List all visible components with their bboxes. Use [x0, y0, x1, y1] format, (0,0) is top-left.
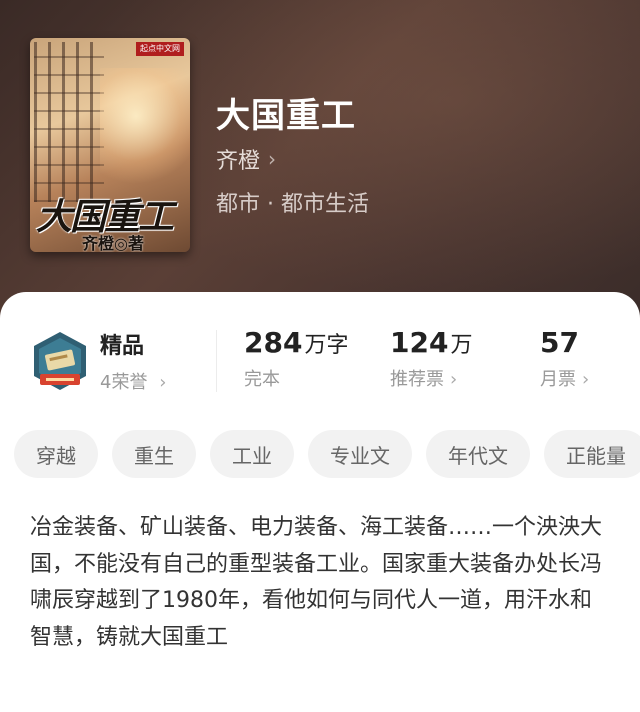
- detail-card: 精品 4荣誉 › 284万字 完本 124万 推荐票 › 57 月票 › 穿越 …: [0, 292, 640, 712]
- chevron-right-icon: ›: [159, 372, 167, 393]
- recommend-stat[interactable]: 124万 推荐票 ›: [390, 326, 472, 391]
- quality-label: 精品: [100, 334, 145, 359]
- honors-text: 4荣誉: [100, 372, 148, 393]
- book-cover[interactable]: 起点中文网 大国重工 齐橙◎著: [30, 38, 190, 252]
- cover-art-glow: [100, 68, 190, 188]
- tag-chip[interactable]: 正能量: [544, 430, 640, 478]
- tag-chip[interactable]: 专业文: [308, 430, 412, 478]
- author-link[interactable]: 齐橙 ›: [216, 143, 276, 175]
- cover-art-frame: [34, 42, 104, 202]
- cover-publisher-logo: 起点中文网: [136, 42, 184, 56]
- cover-author-text: 齐橙◎著: [82, 234, 144, 252]
- honors-link[interactable]: 4荣誉 ›: [100, 368, 166, 394]
- chevron-right-icon: ›: [582, 369, 590, 390]
- word-count-stat: 284万字 完本: [244, 326, 348, 391]
- stats-row: 精品 4荣誉 › 284万字 完本 124万 推荐票 › 57 月票 ›: [0, 322, 640, 402]
- tag-chip[interactable]: 重生: [112, 430, 196, 478]
- tag-chip[interactable]: 年代文: [426, 430, 530, 478]
- stats-divider: [216, 330, 217, 392]
- monthly-ticket-stat[interactable]: 57 月票 ›: [540, 326, 589, 391]
- word-count-value: 284: [244, 326, 303, 359]
- chevron-right-icon: ›: [268, 147, 277, 171]
- monthly-value: 57: [540, 326, 579, 359]
- tag-chip[interactable]: 穿越: [14, 430, 98, 478]
- recommend-value: 124: [390, 326, 449, 359]
- recommend-label: 推荐票: [390, 369, 444, 390]
- quality-badge-icon[interactable]: [30, 330, 90, 394]
- monthly-label: 月票: [540, 369, 576, 390]
- word-count-unit: 万字: [304, 333, 349, 358]
- book-description: 冶金装备、矿山装备、电力装备、海工装备……一个泱泱大国，不能没有自己的重型装备工…: [30, 515, 603, 650]
- quality-block[interactable]: 精品 4荣誉 ›: [100, 328, 166, 394]
- completion-status: 完本: [244, 369, 280, 390]
- tag-chip[interactable]: 工业: [210, 430, 294, 478]
- author-name: 齐橙: [216, 149, 261, 174]
- recommend-unit: 万: [450, 333, 473, 358]
- tag-list: 穿越 重生 工业 专业文 年代文 正能量: [14, 430, 640, 478]
- book-category: 都市 · 都市生活: [216, 192, 369, 217]
- book-title: 大国重工: [216, 96, 356, 136]
- chevron-right-icon: ›: [450, 369, 458, 390]
